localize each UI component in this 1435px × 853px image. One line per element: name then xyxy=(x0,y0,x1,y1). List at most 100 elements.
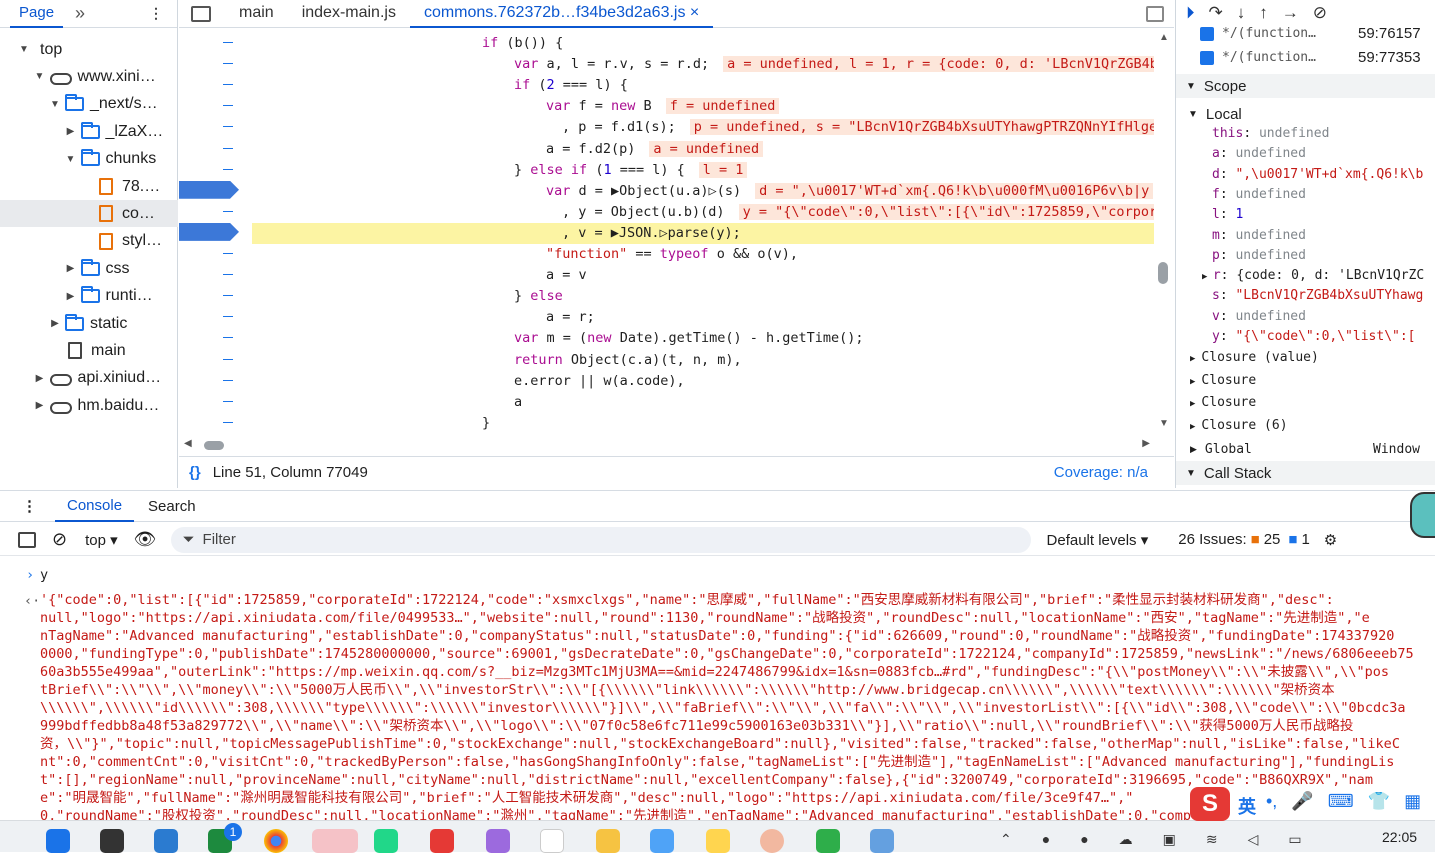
app-icon-xmind[interactable] xyxy=(430,829,454,853)
line-marker[interactable] xyxy=(223,147,233,149)
tree-item[interactable]: 78.… xyxy=(0,173,178,200)
closure-item[interactable]: ▶ Closure xyxy=(1190,371,1256,391)
chevron-down-icon[interactable]: ▼ xyxy=(49,99,61,110)
clear-console-icon[interactable]: ⊘ xyxy=(52,529,67,550)
scope-variable[interactable]: this: undefined xyxy=(1212,124,1329,144)
resume-icon[interactable]: ⏵ xyxy=(1186,3,1195,23)
step-icon[interactable]: → xyxy=(1282,3,1299,23)
tab-commons[interactable]: commons.762372b…f34be3d2a63.js × xyxy=(409,0,714,28)
scope-variable[interactable]: y: "{\"code\":0,\"list\":[ xyxy=(1212,327,1416,347)
breakpoint-item[interactable]: */(function… 59:77353 xyxy=(1200,48,1430,68)
tree-item[interactable]: ▼ _next/s… xyxy=(0,91,178,118)
step-over-icon[interactable]: ↷ xyxy=(1209,3,1223,23)
line-marker[interactable] xyxy=(223,337,233,339)
breakpoint-item[interactable]: */(function… 59:76157 xyxy=(1200,24,1430,44)
local-scope[interactable]: ▼ Local xyxy=(1176,102,1435,126)
breakpoint-marker[interactable] xyxy=(179,180,239,199)
line-marker[interactable] xyxy=(223,400,233,402)
line-marker[interactable] xyxy=(223,126,233,128)
checkbox-icon[interactable] xyxy=(1200,26,1214,41)
chevron-right-icon[interactable]: ▶ xyxy=(34,373,46,384)
sidebar-toggle-icon[interactable] xyxy=(18,531,36,548)
app-icon-gadget[interactable] xyxy=(486,829,510,853)
app-icon-vscode[interactable] xyxy=(154,829,178,853)
tree-item[interactable]: main xyxy=(0,337,178,364)
scope-variable[interactable]: p: undefined xyxy=(1212,246,1306,266)
app-icon-notes[interactable] xyxy=(650,829,674,853)
checkbox-icon[interactable] xyxy=(1200,50,1214,65)
tree-item[interactable]: ▶ _lZaX… xyxy=(0,118,178,145)
ime-logo-icon[interactable]: S xyxy=(1190,787,1230,821)
horizontal-scrollbar[interactable]: ◀ ▶ xyxy=(182,438,1154,452)
clock[interactable]: 22:05 xyxy=(1382,829,1417,845)
scope-variable[interactable]: m: undefined xyxy=(1212,226,1306,246)
app-icon-star[interactable] xyxy=(706,829,730,853)
closure-item[interactable]: ▶ Closure (6) xyxy=(1190,416,1288,436)
chevron-right-icon[interactable]: ▶ xyxy=(65,263,77,274)
code-editor[interactable]: if (b()) {var a, l = r.v, s = r.d; a = un… xyxy=(252,30,1154,432)
vertical-scrollbar[interactable]: ▲ ▼ xyxy=(1156,32,1170,432)
line-marker[interactable] xyxy=(223,63,233,65)
app-icon-green[interactable] xyxy=(816,829,840,853)
toggle-debugger-icon[interactable] xyxy=(1146,5,1164,22)
app-icon-yellow[interactable] xyxy=(596,829,620,853)
context-selector[interactable]: top ▾ xyxy=(85,531,118,549)
tree-item[interactable]: ▶ runti… xyxy=(0,283,178,310)
step-out-icon[interactable]: ↑ xyxy=(1259,3,1268,23)
tree-item[interactable]: ▶ hm.baidu… xyxy=(0,392,178,419)
call-stack-section[interactable]: ▼ Call Stack xyxy=(1176,461,1435,485)
expand-icon[interactable]: ▶ xyxy=(1202,272,1213,282)
line-marker[interactable] xyxy=(223,421,233,423)
scope-variable[interactable]: v: undefined xyxy=(1212,307,1306,327)
tab-console[interactable]: Console xyxy=(55,491,135,522)
line-marker[interactable] xyxy=(223,168,233,170)
app-icon-pycharm[interactable] xyxy=(374,829,398,853)
line-gutter[interactable] xyxy=(179,30,251,430)
coverage-link[interactable]: Coverage: n/a xyxy=(1054,464,1148,481)
more-tabs-icon[interactable]: » xyxy=(75,3,85,24)
tree-item[interactable]: ▼ www.xini… xyxy=(0,63,178,90)
live-expression-icon[interactable]: 👁 xyxy=(134,529,157,550)
line-marker[interactable] xyxy=(223,379,233,381)
tree-item[interactable]: co… xyxy=(0,200,178,228)
kebab-menu-icon[interactable]: ⋮ xyxy=(149,5,163,22)
scope-variable[interactable]: ▶ r: {code: 0, d: 'LBcnV1QrZC xyxy=(1202,266,1424,286)
tree-item[interactable]: ▶ api.xiniud… xyxy=(0,365,178,392)
line-marker[interactable] xyxy=(223,105,233,107)
app-icon-gear[interactable] xyxy=(870,829,894,853)
scope-variable[interactable]: s: "LBcnV1QrZGB4bXsuUTYhawg xyxy=(1212,286,1423,306)
global-scope[interactable]: ▶ Global Window xyxy=(1176,437,1435,461)
chevron-right-icon[interactable]: ▶ xyxy=(65,126,77,137)
app-icon-typora[interactable] xyxy=(540,829,564,853)
issues-link[interactable]: 26 Issues: ■ 25 ■ 1 xyxy=(1178,531,1310,548)
step-into-icon[interactable]: ↓ xyxy=(1237,3,1246,23)
chevron-right-icon[interactable]: ▶ xyxy=(34,400,46,411)
breakpoint-marker[interactable] xyxy=(179,222,239,241)
tree-item[interactable]: ▶ css xyxy=(0,255,178,282)
tab-index-main[interactable]: index-main.js xyxy=(288,0,410,28)
chevron-right-icon[interactable]: ▶ xyxy=(65,291,77,302)
line-marker[interactable] xyxy=(223,210,233,212)
deactivate-breakpoints-icon[interactable]: ⊘ xyxy=(1313,3,1327,23)
line-marker[interactable] xyxy=(223,253,233,254)
close-tab-icon[interactable]: × xyxy=(690,4,699,21)
scope-variable[interactable]: l: 1 xyxy=(1212,205,1243,225)
app-icon-wechat[interactable] xyxy=(312,829,358,853)
tree-item[interactable]: styl… xyxy=(0,228,178,255)
line-marker[interactable] xyxy=(223,84,233,86)
line-marker[interactable] xyxy=(223,42,233,43)
chevron-down-icon[interactable]: ▼ xyxy=(18,44,30,55)
app-icon-store[interactable] xyxy=(46,829,70,853)
chevron-right-icon[interactable]: ▶ xyxy=(49,318,61,329)
tree-item[interactable]: ▼ chunks xyxy=(0,146,178,173)
line-marker[interactable] xyxy=(223,274,233,276)
ime-language[interactable]: 英 xyxy=(1238,793,1256,819)
filter-input[interactable]: ⏷ Filter xyxy=(170,526,1031,553)
closure-item[interactable]: ▶ Closure xyxy=(1190,393,1256,413)
console-settings-icon[interactable]: ⚙ xyxy=(1324,531,1337,549)
log-levels-dropdown[interactable]: Default levels ▾ xyxy=(1047,531,1149,549)
page-tab[interactable]: Page xyxy=(10,0,64,28)
scope-variable[interactable]: a: undefined xyxy=(1212,144,1306,164)
tab-main[interactable]: main xyxy=(225,0,288,28)
floating-assistant-icon[interactable] xyxy=(1410,492,1435,538)
